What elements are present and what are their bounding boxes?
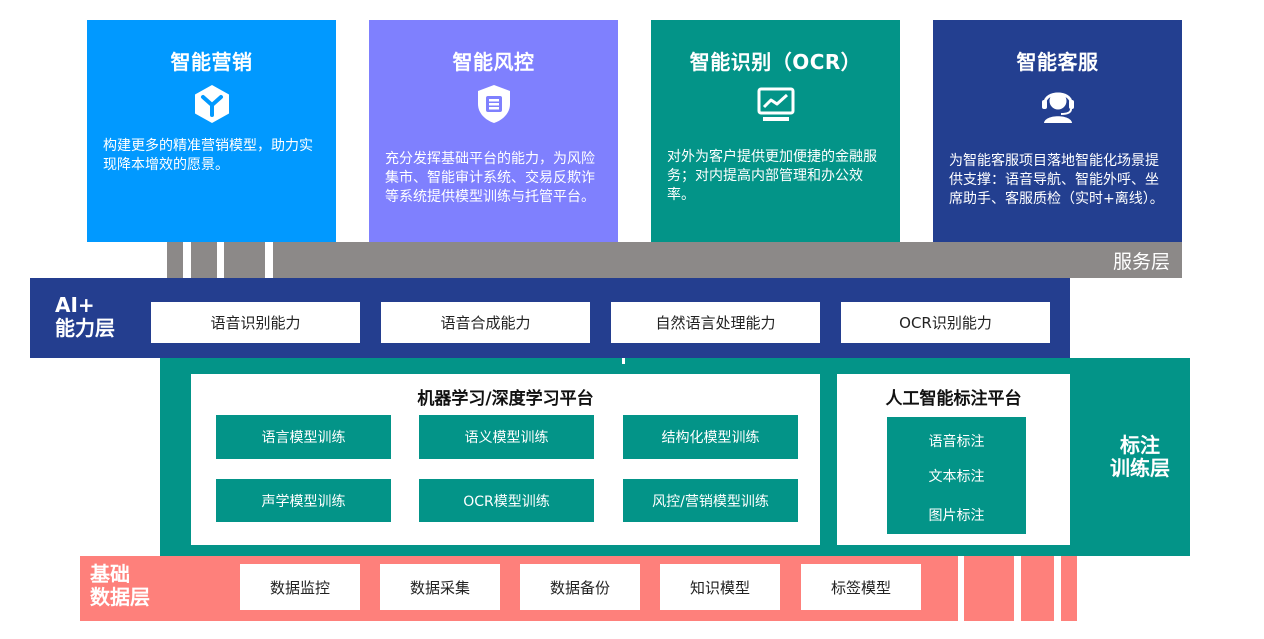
data-layer: 基础 数据层 数据监控 数据采集 数据备份 知识模型 标签模型 <box>80 556 958 621</box>
data-item-monitoring: 数据监控 <box>240 564 360 610</box>
chart-board-icon <box>757 87 794 121</box>
card-title: 智能客服 <box>1016 50 1099 74</box>
annotation-platform-title: 人工智能标注平台 <box>885 389 1022 409</box>
data-connector <box>1021 556 1054 621</box>
training-layer-label-line1: 标注 <box>1120 433 1160 457</box>
service-card-marketing: 智能营销 构建更多的精准营销模型，助力实现降本增效的愿景。 <box>87 20 336 242</box>
annotation-item-text: 文本标注 <box>928 469 985 485</box>
data-item-backup: 数据备份 <box>520 564 640 610</box>
training-item-language-model: 语言模型训练 <box>216 415 391 459</box>
data-item-tag-model: 标签模型 <box>801 564 921 610</box>
ml-platform-panel: 机器学习/深度学习平台 语言模型训练 语义模型训练 结构化模型训练 声学模型训练… <box>191 374 820 545</box>
capability-ocr: OCR识别能力 <box>841 302 1050 343</box>
service-connector <box>167 242 183 278</box>
capability-speech-synthesis: 语音合成能力 <box>381 302 590 343</box>
service-layer-label: 服务层 <box>1112 251 1170 273</box>
training-item-acoustic-model: 声学模型训练 <box>216 479 391 522</box>
card-title: 智能识别（OCR） <box>689 50 862 74</box>
ai-capability-layer: AI+ 能力层 语音识别能力 语音合成能力 自然语言处理能力 OCR识别能力 <box>30 278 1070 358</box>
shield-icon <box>477 85 510 123</box>
training-item-structured-model: 结构化模型训练 <box>623 415 798 459</box>
data-connector <box>1061 556 1077 621</box>
data-layer-label: 基础 数据层 <box>90 563 150 609</box>
service-card-risk-control: 智能风控 充分发挥基础平台的能力，为风险集市、智能审计系统、交易反欺诈等系统提供… <box>369 20 618 242</box>
card-description: 构建更多的精准营销模型，助力实现降本增效的愿景。 <box>103 138 313 173</box>
divider <box>622 358 625 364</box>
annotation-training-layer: 机器学习/深度学习平台 语言模型训练 语义模型训练 结构化模型训练 声学模型训练… <box>160 358 1190 556</box>
training-item-risk-marketing-model: 风控/营销模型训练 <box>623 479 798 522</box>
data-item-collection: 数据采集 <box>380 564 500 610</box>
training-item-semantic-model: 语义模型训练 <box>419 415 594 459</box>
card-description: 对外为客户提供更加便捷的金融服务；对内提高内部管理和办公效率。 <box>667 149 877 203</box>
service-card-customer-service: 智能客服 为智能客服项目落地智能化场景提供支撑：语音导航、智能外呼、坐席助手、客… <box>933 20 1182 242</box>
card-description: 充分发挥基础平台的能力，为风险集市、智能审计系统、交易反欺诈等系统提供模型训练与… <box>385 151 595 205</box>
ml-platform-title: 机器学习/深度学习平台 <box>417 389 594 409</box>
training-layer-label: 标注 训练层 <box>1110 434 1170 480</box>
service-card-ocr: 智能识别（OCR） 对外为客户提供更加便捷的金融服务；对内提高内部管理和办公效率… <box>651 20 900 242</box>
annotation-platform-panel: 人工智能标注平台 语音标注 文本标注 图片标注 <box>837 374 1070 545</box>
card-title: 智能风控 <box>452 50 535 74</box>
annotation-item-image: 图片标注 <box>928 508 985 524</box>
service-layer-bar: 服务层 <box>273 242 1182 278</box>
training-layer-label-line2: 训练层 <box>1110 456 1170 480</box>
data-layer-label-line2: 数据层 <box>90 585 150 609</box>
service-connector <box>191 242 217 278</box>
cube-icon <box>194 85 229 123</box>
card-title: 智能营销 <box>170 50 253 74</box>
headset-icon <box>1041 92 1074 123</box>
data-item-knowledge-model: 知识模型 <box>660 564 780 610</box>
card-description: 为智能客服项目落地智能化场景提供支撑：语音导航、智能外呼、坐席助手、客服质检（实… <box>949 153 1164 207</box>
capability-speech-recognition: 语音识别能力 <box>151 302 360 343</box>
ai-layer-label-line2: 能力层 <box>55 316 115 340</box>
training-item-ocr-model: OCR模型训练 <box>419 479 594 522</box>
service-connector <box>224 242 265 278</box>
annotation-item-speech: 语音标注 <box>928 434 985 450</box>
data-layer-label-line1: 基础 <box>90 562 130 586</box>
capability-nlp: 自然语言处理能力 <box>611 302 820 343</box>
ai-layer-label: AI+ 能力层 <box>55 294 115 340</box>
data-connector <box>964 556 1014 621</box>
annotation-items-box: 语音标注 文本标注 图片标注 <box>887 417 1026 534</box>
ai-layer-label-line1: AI+ <box>55 293 95 317</box>
